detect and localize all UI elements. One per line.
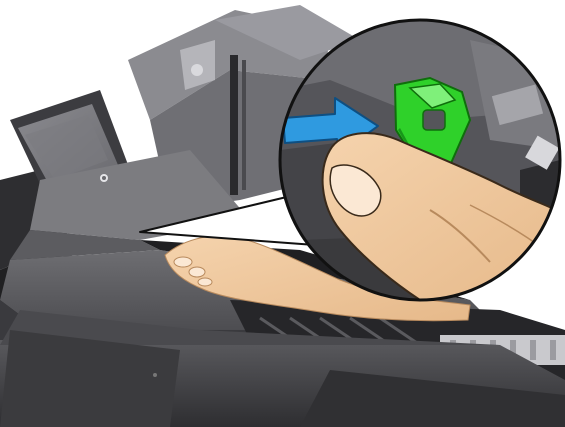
illustration-canvas (0, 0, 565, 427)
printer-illustration (0, 0, 565, 427)
